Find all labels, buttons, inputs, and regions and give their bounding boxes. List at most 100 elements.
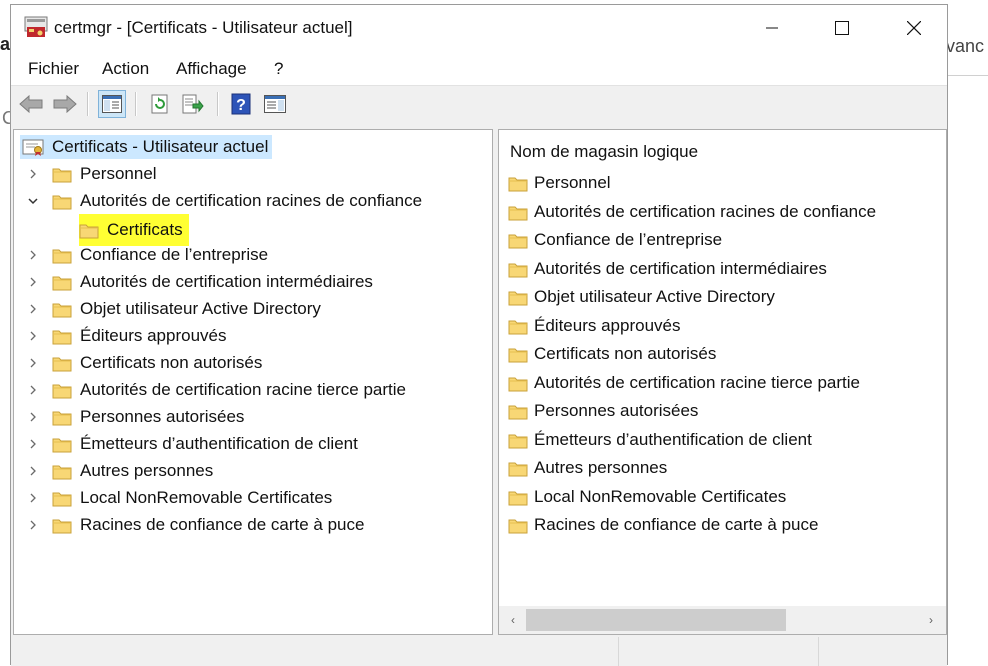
tree-item-label: Éditeurs approuvés bbox=[80, 326, 227, 345]
expand-chevron-icon[interactable] bbox=[26, 437, 40, 451]
scroll-left-icon[interactable]: ‹ bbox=[505, 611, 521, 629]
tree-item[interactable]: Éditeurs approuvés bbox=[52, 324, 226, 348]
folder-icon bbox=[52, 490, 72, 507]
properties-pane-icon bbox=[264, 95, 286, 113]
tree-item[interactable]: Autorités de certification intermédiaire… bbox=[52, 270, 373, 294]
export-list-button[interactable] bbox=[179, 90, 207, 118]
tree-item[interactable]: Racines de confiance de carte à puce bbox=[52, 513, 364, 537]
tree-item[interactable]: Personnel bbox=[52, 162, 157, 186]
folder-icon bbox=[79, 222, 99, 239]
list-item[interactable]: Personnel bbox=[508, 171, 611, 195]
minimize-icon bbox=[766, 27, 778, 29]
list-item-label: Autorités de certification intermédiaire… bbox=[534, 259, 827, 278]
collapse-chevron-icon[interactable] bbox=[26, 194, 40, 208]
tree-item[interactable]: Autorités de certification racines de co… bbox=[52, 189, 422, 213]
tree-item[interactable]: Objet utilisateur Active Directory bbox=[52, 297, 321, 321]
forward-button[interactable] bbox=[51, 90, 79, 118]
horizontal-scrollbar[interactable]: ‹ › bbox=[499, 606, 946, 634]
tree-item[interactable]: Personnes autorisées bbox=[52, 405, 244, 429]
tree-item-label: Autorités de certification racine tierce… bbox=[80, 380, 406, 399]
tree-item[interactable]: Émetteurs d’authentification de client bbox=[52, 432, 358, 456]
list-item[interactable]: Autres personnes bbox=[508, 456, 667, 480]
folder-icon bbox=[508, 460, 528, 477]
list-item-label: Personnel bbox=[534, 173, 611, 192]
folder-icon bbox=[52, 328, 72, 345]
tree-item-label: Autres personnes bbox=[80, 461, 214, 480]
list-item[interactable]: Racines de confiance de carte à puce bbox=[508, 513, 818, 537]
tree-item[interactable]: Confiance de l’entreprise bbox=[52, 243, 268, 267]
toolbar: ? bbox=[11, 86, 947, 122]
close-button[interactable] bbox=[891, 5, 937, 51]
window-title: certmgr - [Certificats - Utilisateur act… bbox=[54, 18, 353, 37]
expand-chevron-icon[interactable] bbox=[26, 356, 40, 370]
menu-help[interactable]: ? bbox=[274, 59, 283, 79]
list-item-label: Certificats non autorisés bbox=[534, 344, 717, 363]
folder-icon bbox=[508, 289, 528, 306]
folder-icon bbox=[52, 409, 72, 426]
list-item[interactable]: Personnes autorisées bbox=[508, 399, 698, 423]
background-window-fragment: a bbox=[0, 34, 11, 54]
show-hide-tree-button[interactable] bbox=[98, 90, 126, 118]
toolbar-separator bbox=[87, 92, 89, 116]
expand-chevron-icon[interactable] bbox=[26, 302, 40, 316]
back-button[interactable] bbox=[17, 90, 45, 118]
menu-action[interactable]: Action bbox=[102, 59, 149, 79]
expand-chevron-icon[interactable] bbox=[26, 491, 40, 505]
help-icon: ? bbox=[231, 93, 251, 115]
expand-chevron-icon[interactable] bbox=[26, 329, 40, 343]
list-item[interactable]: Objet utilisateur Active Directory bbox=[508, 285, 775, 309]
title-bar[interactable]: certmgr - [Certificats - Utilisateur act… bbox=[11, 5, 947, 51]
menu-affichage[interactable]: Affichage bbox=[176, 59, 247, 79]
list-item[interactable]: Confiance de l’entreprise bbox=[508, 228, 722, 252]
list-item-label: Confiance de l’entreprise bbox=[534, 230, 723, 249]
toolbar-separator bbox=[217, 92, 219, 116]
maximize-button[interactable] bbox=[819, 5, 865, 51]
maximize-icon bbox=[835, 21, 849, 35]
tree-item[interactable]: Local NonRemovable Certificates bbox=[52, 486, 332, 510]
folder-icon bbox=[52, 247, 72, 264]
expand-chevron-icon[interactable] bbox=[26, 275, 40, 289]
list-item[interactable]: Local NonRemovable Certificates bbox=[508, 485, 786, 509]
folder-icon bbox=[52, 463, 72, 480]
store-list[interactable]: Nom de magasin logique Personnel Autorité… bbox=[498, 129, 947, 635]
folder-icon bbox=[508, 175, 528, 192]
expand-chevron-icon[interactable] bbox=[26, 410, 40, 424]
minimize-button[interactable] bbox=[749, 5, 795, 51]
tree-item-label: Personnel bbox=[80, 164, 157, 183]
menu-fichier[interactable]: Fichier bbox=[28, 59, 79, 79]
help-button[interactable]: ? bbox=[227, 90, 255, 118]
scroll-right-icon[interactable]: › bbox=[923, 611, 939, 629]
close-icon bbox=[907, 21, 921, 35]
back-arrow-icon bbox=[19, 95, 43, 113]
expand-chevron-icon[interactable] bbox=[26, 464, 40, 478]
tree-item[interactable]: Autres personnes bbox=[52, 459, 213, 483]
folder-icon bbox=[52, 382, 72, 399]
folder-icon bbox=[508, 432, 528, 449]
list-item[interactable]: Émetteurs d’authentification de client bbox=[508, 428, 812, 452]
list-item-label: Racines de confiance de carte à puce bbox=[534, 515, 819, 534]
expand-chevron-icon[interactable] bbox=[26, 383, 40, 397]
column-header[interactable]: Nom de magasin logique bbox=[510, 142, 698, 162]
folder-icon bbox=[508, 232, 528, 249]
refresh-button[interactable] bbox=[146, 90, 174, 118]
folder-icon bbox=[508, 375, 528, 392]
list-item[interactable]: Éditeurs approuvés bbox=[508, 314, 680, 338]
list-item-label: Émetteurs d’authentification de client bbox=[534, 430, 812, 449]
expand-chevron-icon[interactable] bbox=[26, 518, 40, 532]
folder-icon bbox=[508, 261, 528, 278]
properties-pane-button[interactable] bbox=[261, 90, 289, 118]
list-item[interactable]: Autorités de certification intermédiaire… bbox=[508, 257, 827, 281]
scroll-thumb[interactable] bbox=[526, 609, 786, 631]
expand-chevron-icon[interactable] bbox=[26, 248, 40, 262]
tree-item-label: Personnes autorisées bbox=[80, 407, 245, 426]
tree-item[interactable]: Autorités de certification racine tierce… bbox=[52, 378, 406, 402]
console-tree[interactable]: Certificats - Utilisateur actuel Personn… bbox=[13, 129, 493, 635]
list-item[interactable]: Autorités de certification racine tierce… bbox=[508, 371, 860, 395]
list-item[interactable]: Autorités de certification racines de co… bbox=[508, 200, 876, 224]
tree-child-item-highlighted[interactable]: Certificats bbox=[79, 214, 189, 246]
tree-item-label: Racines de confiance de carte à puce bbox=[80, 515, 365, 534]
list-item[interactable]: Certificats non autorisés bbox=[508, 342, 716, 366]
tree-item[interactable]: Certificats non autorisés bbox=[52, 351, 262, 375]
expand-chevron-icon[interactable] bbox=[26, 167, 40, 181]
tree-root[interactable]: Certificats - Utilisateur actuel bbox=[20, 135, 273, 159]
